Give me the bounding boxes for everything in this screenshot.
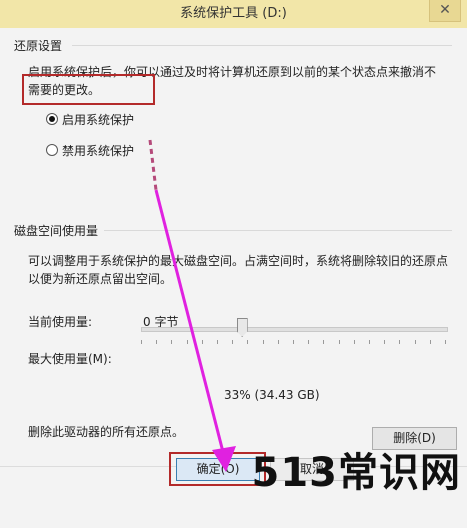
slider-tick <box>353 340 355 344</box>
slider-ticks <box>141 340 446 344</box>
slider-tick <box>156 340 158 344</box>
slider-tick <box>429 340 431 344</box>
slider-tick <box>277 340 279 344</box>
max-usage-value: 33% (34.43 GB) <box>224 388 320 402</box>
slider-tick <box>232 340 234 344</box>
enable-option-highlight <box>22 74 155 105</box>
slider-tick <box>247 340 249 344</box>
slider-tick <box>262 340 264 344</box>
slider-tick <box>293 340 294 344</box>
max-usage-label: 最大使用量(M): <box>28 352 112 366</box>
slider-tick <box>369 340 370 344</box>
slider-tick <box>217 340 218 344</box>
radio-enable-label: 启用系统保护 <box>62 112 135 127</box>
slider-tick <box>201 340 203 344</box>
restore-settings-title: 还原设置 <box>14 39 63 53</box>
max-usage-slider-track[interactable] <box>141 327 448 332</box>
current-usage-label: 当前使用量: <box>28 315 93 329</box>
radio-disable-label: 禁用系统保护 <box>62 143 135 158</box>
window-title: 系统保护工具 (D:) <box>180 6 287 21</box>
radio-disable-protection[interactable]: 禁用系统保护 <box>46 141 134 159</box>
slider-tick <box>338 340 340 344</box>
slider-tick <box>414 340 416 344</box>
slider-tick <box>171 340 173 344</box>
slider-tick <box>186 340 188 344</box>
close-icon: ✕ <box>439 2 451 18</box>
close-button[interactable]: ✕ <box>429 0 461 22</box>
delete-description: 删除此驱动器的所有还原点。 <box>28 425 185 439</box>
slider-tick <box>308 340 310 344</box>
radio-disable-indicator[interactable] <box>46 144 58 156</box>
title-bar: 系统保护工具 (D:) <box>0 0 467 28</box>
disk-usage-description: 可以调整用于系统保护的最大磁盘空间。占满空间时，系统将删除较旧的还原点以便为新还… <box>28 254 449 286</box>
slider-tick <box>323 340 325 344</box>
slider-tick <box>384 340 386 344</box>
slider-tick <box>141 340 142 344</box>
disk-usage-divider <box>104 230 452 231</box>
slider-tick <box>399 340 401 344</box>
slider-tick <box>445 340 446 344</box>
disk-usage-title: 磁盘空间使用量 <box>14 224 99 238</box>
radio-enable-protection[interactable]: 启用系统保护 <box>46 110 134 128</box>
restore-settings-divider <box>72 45 452 46</box>
site-watermark: 513常识网 <box>251 450 461 496</box>
radio-enable-indicator[interactable] <box>46 113 58 125</box>
